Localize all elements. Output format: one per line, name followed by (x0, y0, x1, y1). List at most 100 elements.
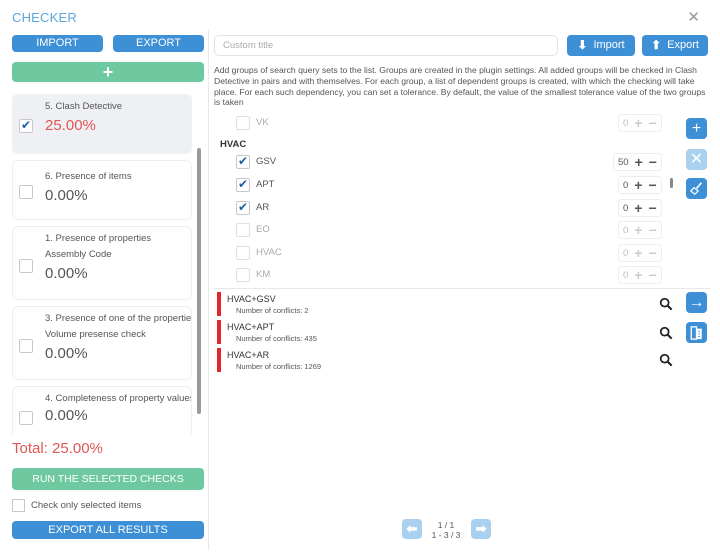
plus-icon[interactable]: + (634, 116, 642, 130)
group-checkbox[interactable] (236, 116, 250, 130)
check-percent: 0.00% (45, 345, 88, 362)
check-name: 4. Completeness of property values (45, 393, 191, 404)
prev-page-button[interactable]: ⬅ (402, 519, 422, 539)
check-checkbox[interactable] (19, 411, 33, 425)
plus-icon[interactable]: + (634, 246, 642, 260)
minus-icon[interactable]: − (649, 155, 657, 169)
groups-scrollbar[interactable] (670, 178, 673, 188)
plus-icon[interactable]: + (634, 223, 642, 237)
go-to-result-button[interactable]: → (686, 292, 707, 313)
tolerance-value[interactable]: 0 (623, 270, 628, 281)
checks-list: 5. Clash Detective 25.00% 6. Presence of… (12, 94, 202, 434)
tolerance-value[interactable]: 0 (623, 225, 628, 236)
group-checkbox[interactable] (236, 200, 250, 215)
group-label: HVAC (256, 247, 282, 258)
result-title: HVAC+APT (227, 322, 275, 332)
window-title: CHECKER (12, 10, 77, 25)
tolerance-value[interactable]: 0 (623, 180, 628, 191)
run-selected-checks-button[interactable]: RUN THE SELECTED CHECKS (12, 468, 204, 490)
minus-icon[interactable]: − (648, 268, 656, 282)
check-card[interactable]: 1. Presence of properties Assembly Code … (12, 226, 192, 300)
check-percent: 25.00% (45, 117, 96, 134)
search-icon[interactable] (659, 297, 673, 311)
tolerance-value[interactable]: 0 (623, 248, 628, 259)
check-card[interactable]: 4. Completeness of property values 0.00% (12, 386, 192, 434)
check-checkbox[interactable] (19, 259, 33, 273)
check-subtitle: Assembly Code (45, 249, 112, 260)
export-groups-label: Export (667, 39, 699, 51)
conflict-status-bar (217, 348, 221, 372)
check-card[interactable]: 3. Presence of one of the properties Vol… (12, 306, 192, 380)
search-icon[interactable] (659, 326, 673, 340)
tolerance-stepper[interactable]: 0 + − (618, 114, 662, 132)
minus-icon[interactable]: − (648, 116, 656, 130)
check-checkbox[interactable] (19, 118, 33, 133)
broom-icon (689, 182, 702, 196)
group-item: HVAC 0 + − (214, 243, 680, 263)
result-conflicts: Number of conflicts: 1269 (236, 362, 322, 371)
import-button[interactable]: IMPORT (12, 35, 103, 52)
tolerance-value[interactable]: 0 (623, 118, 628, 129)
import-groups-button[interactable]: ⬇ Import (567, 35, 635, 56)
export-all-results-button[interactable]: EXPORT ALL RESULTS (12, 521, 204, 539)
plus-icon[interactable]: + (635, 155, 643, 169)
remove-group-button[interactable]: ✕ (686, 149, 707, 170)
report-button[interactable] (686, 322, 707, 343)
check-card[interactable]: 6. Presence of items 0.00% (12, 160, 192, 220)
clear-groups-button[interactable] (686, 178, 707, 199)
check-name: 3. Presence of one of the properties (45, 313, 191, 324)
tolerance-value[interactable]: 0 (623, 203, 628, 214)
close-icon[interactable]: ✕ (687, 8, 700, 26)
plus-icon[interactable]: + (634, 178, 642, 192)
group-checkbox[interactable] (236, 154, 250, 169)
check-checkbox[interactable] (19, 185, 33, 199)
checks-scrollbar[interactable] (197, 148, 201, 414)
tolerance-value[interactable]: 50 (618, 157, 629, 168)
conflict-status-bar (217, 292, 221, 316)
minus-icon[interactable]: − (648, 246, 656, 260)
result-item[interactable]: HVAC+APT Number of conflicts: 435 (217, 320, 657, 344)
result-title: HVAC+AR (227, 350, 270, 360)
result-conflicts: Number of conflicts: 435 (236, 334, 317, 343)
page-number: 1 / 1 (437, 520, 455, 530)
group-checkbox[interactable] (236, 268, 250, 282)
group-checkbox[interactable] (236, 223, 250, 237)
add-check-button[interactable]: + (12, 62, 204, 82)
export-button[interactable]: EXPORT (113, 35, 204, 52)
panel-divider (208, 30, 209, 550)
only-selected-checkbox[interactable] (12, 499, 25, 512)
group-label: AR (256, 202, 270, 213)
check-name: 1. Presence of properties (45, 233, 152, 244)
plus-icon[interactable]: + (634, 268, 642, 282)
tolerance-stepper[interactable]: 50 + − (613, 153, 662, 171)
arrow-up-icon: ⬆ (651, 38, 662, 52)
tolerance-stepper[interactable]: 0 + − (618, 244, 662, 262)
result-item[interactable]: HVAC+GSV Number of conflicts: 2 (217, 292, 657, 316)
search-icon[interactable] (659, 353, 673, 367)
minus-icon[interactable]: − (648, 178, 656, 192)
plus-icon: + (691, 120, 702, 137)
result-item[interactable]: HVAC+AR Number of conflicts: 1269 (217, 348, 657, 372)
import-groups-label: Import (593, 39, 625, 51)
results-divider (214, 288, 710, 289)
custom-title-input[interactable]: Custom title (214, 35, 558, 56)
group-checkbox[interactable] (236, 177, 250, 192)
group-item: EO 0 + − (214, 220, 680, 240)
add-group-button[interactable]: + (686, 118, 707, 139)
tolerance-stepper[interactable]: 0 + − (618, 176, 662, 194)
export-groups-button[interactable]: ⬆ Export (642, 35, 708, 56)
check-checkbox[interactable] (19, 339, 33, 353)
minus-icon[interactable]: − (648, 201, 656, 215)
total-percent: Total: 25.00% (12, 440, 103, 457)
next-page-button[interactable]: ➡ (471, 519, 491, 539)
tolerance-stepper[interactable]: 0 + − (618, 199, 662, 217)
plus-icon[interactable]: + (634, 201, 642, 215)
tolerance-stepper[interactable]: 0 + − (618, 266, 662, 284)
result-title: HVAC+GSV (227, 294, 276, 304)
tolerance-stepper[interactable]: 0 + − (618, 221, 662, 239)
group-checkbox[interactable] (236, 246, 250, 260)
check-card[interactable]: 5. Clash Detective 25.00% (12, 94, 192, 154)
check-subtitle: Volume presense check (45, 329, 146, 340)
check-only-selected[interactable]: Check only selected items (12, 499, 141, 512)
minus-icon[interactable]: − (648, 223, 656, 237)
